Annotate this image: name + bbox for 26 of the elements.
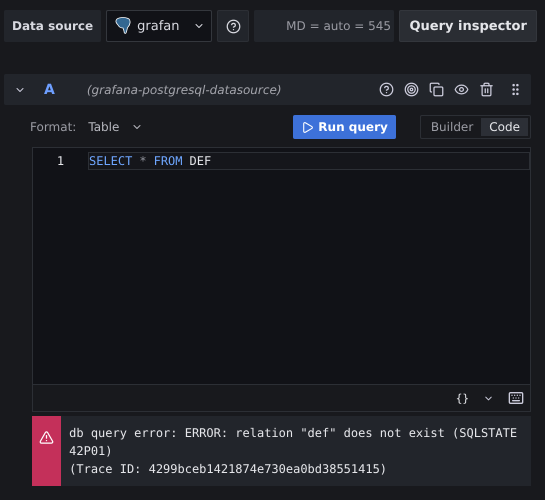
datasource-name: (grafana-postgresql-datasource) [86, 82, 283, 96]
play-icon [301, 120, 314, 134]
help-icon [226, 18, 241, 34]
format-code-button[interactable]: {} [456, 392, 469, 404]
code-editor[interactable]: 1 SELECT * FROM DEF [32, 147, 531, 385]
warning-icon [39, 430, 54, 445]
error-message: db query error: ERROR: relation "def" does not exist (SQLSTATE 42P01) [69, 425, 518, 460]
query-ref-id: A [44, 82, 55, 98]
help-icon[interactable] [379, 82, 394, 97]
eye-icon[interactable] [454, 82, 469, 97]
error-message: (Trace ID: 4299bceb1421874e730ea0bd38551415) [69, 461, 388, 478]
line-number: 1 [56, 154, 66, 168]
copy-icon[interactable] [429, 82, 444, 97]
trash-icon[interactable] [479, 82, 494, 97]
data-source-label: Data source [4, 10, 102, 42]
run-query-button[interactable]: Run query [293, 115, 396, 139]
datasource-select[interactable]: grafan [106, 10, 212, 42]
query-options-button[interactable]: MD = auto = 545 [254, 10, 394, 42]
query-inspector-button[interactable]: Query inspector [399, 10, 538, 42]
help-button[interactable] [217, 10, 250, 42]
mode-tab[interactable]: Builder [422, 118, 482, 136]
target-icon[interactable] [404, 82, 419, 97]
keyboard-icon[interactable] [508, 390, 524, 406]
mode-tab[interactable]: Code [481, 118, 528, 136]
format-label: Format: [30, 120, 76, 134]
format-select[interactable]: Table [88, 120, 144, 134]
